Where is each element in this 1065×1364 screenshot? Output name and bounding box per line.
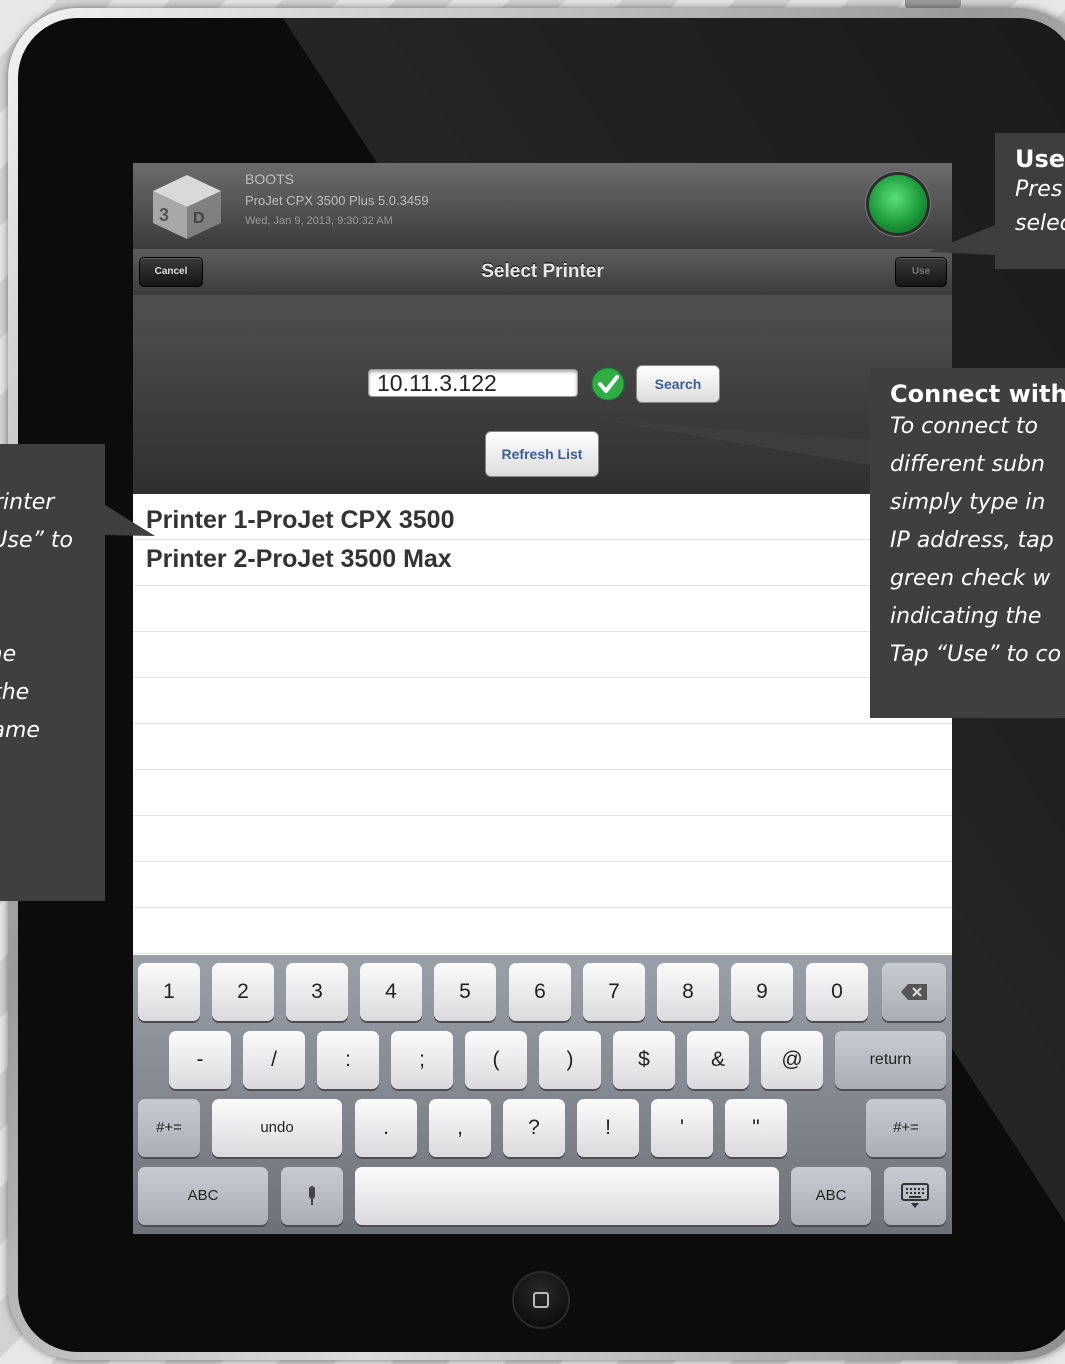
key-close-paren[interactable]: )	[539, 1031, 601, 1089]
printers-callout-line: ll	[0, 750, 105, 788]
ip-address-input[interactable]: 10.11.3.122	[368, 369, 578, 397]
numeric-keyboard: 1 2 3 4 5 6 7 8 9 0 - / : ; ( ) $ & @ re…	[133, 955, 952, 1234]
key-4[interactable]: 4	[360, 963, 422, 1021]
use-callout-line: Pres	[1015, 177, 1063, 202]
return-key[interactable]: return	[835, 1031, 946, 1089]
svg-text:3: 3	[159, 205, 169, 225]
green-checkmark-icon[interactable]	[591, 367, 625, 401]
hide-keyboard-key[interactable]	[884, 1167, 946, 1225]
home-square-icon	[533, 1292, 549, 1308]
connect-callout-line: indicating the	[890, 604, 1042, 629]
key-ampersand[interactable]: &	[687, 1031, 749, 1089]
sleep-wake-button	[905, 0, 961, 8]
search-button[interactable]: Search	[636, 365, 720, 403]
backspace-key[interactable]	[882, 963, 946, 1021]
printers-callout-title: s	[0, 456, 105, 484]
printers-callout-line: ​	[0, 560, 105, 598]
key-hyphen[interactable]: -	[169, 1031, 231, 1089]
key-apostrophe[interactable]: '	[651, 1099, 713, 1157]
header-datetime: Wed, Jan 9, 2013, 9:30:32 AM	[245, 215, 393, 227]
key-0[interactable]: 0	[806, 963, 868, 1021]
use-callout-title: Use	[1015, 145, 1065, 173]
more-symbols-key[interactable]: #+=	[138, 1099, 200, 1157]
key-question[interactable]: ?	[503, 1099, 565, 1157]
key-semicolon[interactable]: ;	[391, 1031, 453, 1089]
key-1[interactable]: 1	[138, 963, 200, 1021]
connect-callout: Connect with To connect to different sub…	[870, 368, 1065, 718]
use-callout-line: selec	[1015, 211, 1065, 236]
dictation-key[interactable]	[281, 1167, 343, 1225]
app-header: 3 D BOOTS ProJet CPX 3500 Plus 5.0.3459 …	[133, 163, 952, 249]
nav-bar: Select Printer Cancel Use	[133, 249, 952, 296]
printers-callout: s printer “Use” to ​ ​ the l the same ll	[0, 444, 105, 901]
header-site-name: BOOTS	[245, 171, 295, 187]
3d-systems-logo-icon: 3 D	[153, 175, 221, 239]
printers-callout-line: l the	[0, 680, 30, 705]
search-panel: 10.11.3.122 Search Refresh List	[133, 295, 952, 494]
printer-status-light	[869, 175, 927, 233]
backspace-icon	[901, 983, 927, 1000]
key-dollar[interactable]: $	[613, 1031, 675, 1089]
refresh-list-button[interactable]: Refresh List	[485, 431, 599, 477]
key-colon[interactable]: :	[317, 1031, 379, 1089]
connect-callout-line: green check w	[890, 566, 1051, 591]
key-open-paren[interactable]: (	[465, 1031, 527, 1089]
microphone-icon	[309, 1185, 315, 1205]
key-slash[interactable]: /	[243, 1031, 305, 1089]
printers-callout-line: ​	[0, 598, 105, 636]
key-exclamation[interactable]: !	[577, 1099, 639, 1157]
use-button[interactable]: Use	[895, 257, 947, 287]
page-title: Select Printer	[481, 261, 604, 282]
key-3[interactable]: 3	[286, 963, 348, 1021]
key-quote[interactable]: "	[725, 1099, 787, 1157]
header-printer-model: ProJet CPX 3500 Plus 5.0.3459	[245, 193, 429, 208]
more-symbols-key[interactable]: #+=	[866, 1099, 946, 1157]
connect-callout-line: different subn	[890, 452, 1045, 477]
abc-key[interactable]: ABC	[138, 1167, 268, 1225]
svg-text:D: D	[193, 210, 205, 227]
key-8[interactable]: 8	[657, 963, 719, 1021]
connect-callout-line: IP address, tap	[890, 528, 1054, 553]
printer-list-item[interactable]: Printer 1-ProJet CPX 3500	[133, 501, 952, 540]
key-5[interactable]: 5	[434, 963, 496, 1021]
key-7[interactable]: 7	[583, 963, 645, 1021]
key-9[interactable]: 9	[731, 963, 793, 1021]
printer-list: Printer 1-ProJet CPX 3500 Printer 2-ProJ…	[133, 494, 952, 955]
home-button[interactable]	[512, 1271, 570, 1329]
key-6[interactable]: 6	[509, 963, 571, 1021]
printer-list-item[interactable]: Printer 2-ProJet 3500 Max	[133, 540, 952, 579]
connect-callout-line: To connect to	[890, 414, 1038, 439]
connect-callout-line: Tap “Use” to co	[890, 642, 1062, 667]
app-screen: 3 D BOOTS ProJet CPX 3500 Plus 5.0.3459 …	[133, 163, 952, 1234]
key-period[interactable]: .	[355, 1099, 417, 1157]
connect-callout-title: Connect with	[890, 380, 1065, 408]
use-callout: Use Pres selec	[995, 133, 1065, 269]
key-comma[interactable]: ,	[429, 1099, 491, 1157]
cancel-button[interactable]: Cancel	[139, 257, 203, 287]
key-2[interactable]: 2	[212, 963, 274, 1021]
space-key[interactable]	[355, 1167, 779, 1225]
abc-key[interactable]: ABC	[791, 1167, 871, 1225]
printers-callout-line: “Use” to	[0, 528, 73, 553]
hide-keyboard-icon	[901, 1182, 929, 1208]
printers-callout-line: printer	[0, 490, 55, 515]
printers-callout-line: the	[0, 642, 17, 667]
key-at[interactable]: @	[761, 1031, 823, 1089]
undo-key[interactable]: undo	[212, 1099, 342, 1157]
connect-callout-line: simply type in	[890, 490, 1046, 515]
printers-callout-line: same	[0, 718, 40, 743]
